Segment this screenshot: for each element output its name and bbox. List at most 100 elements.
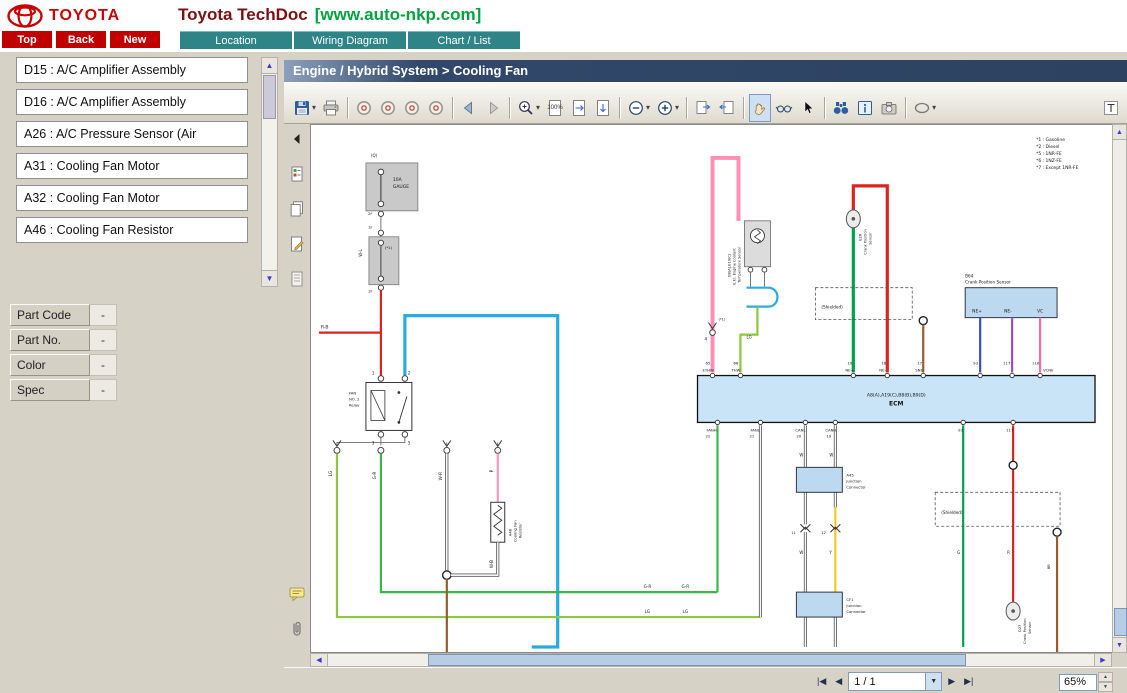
scroll-up-button[interactable]: ▲ (1113, 125, 1126, 140)
loupe-button[interactable] (773, 94, 795, 122)
component-item[interactable]: D16 : A/C Amplifier Assembly (16, 89, 248, 115)
brand-text: TOYOTA (49, 7, 121, 24)
diagram-label: FANH (707, 427, 717, 432)
attachments-button[interactable] (286, 618, 308, 640)
chevron-down-icon[interactable]: ▾ (932, 103, 936, 112)
next-page-button[interactable]: ▶ (945, 676, 958, 687)
component-item[interactable]: A32 : Cooling Fan Motor (16, 185, 248, 211)
toolbar-separator (509, 96, 511, 119)
component-list: D15 : A/C Amplifier Assembly D16 : A/C Am… (16, 57, 248, 249)
chevron-down-icon[interactable]: ▾ (675, 103, 679, 112)
page-select[interactable]: 1 / 1 ▼ (848, 672, 943, 691)
diagram-label: FANL (750, 427, 760, 432)
diagram-label: W (829, 452, 833, 457)
sidebar-scroll-thumb[interactable] (263, 75, 276, 119)
scroll-left-button[interactable]: ◀ (311, 654, 328, 666)
scroll-down-button[interactable]: ▼ (262, 270, 277, 286)
diagram-label: *1 : Gasoline (1036, 137, 1065, 143)
spin-down-icon[interactable]: ▼ (1098, 682, 1113, 692)
diagram-label: W-L (358, 249, 363, 257)
horizontal-scrollbar[interactable]: ◀ ▶ (310, 653, 1112, 667)
fit-width-icon (594, 99, 612, 117)
zoom-out-button[interactable]: ▾ (625, 94, 652, 122)
nav-new-button[interactable]: New (110, 31, 160, 48)
scroll-right-button[interactable]: ▶ (1094, 654, 1111, 666)
scroll-down-button[interactable]: ▼ (1113, 637, 1126, 652)
component-item[interactable]: A31 : Cooling Fan Motor (16, 153, 248, 179)
forward-button[interactable] (482, 94, 504, 122)
part-info-label: Color (10, 354, 90, 376)
circle-tool-icon (379, 99, 397, 117)
vscroll-thumb[interactable] (1114, 608, 1127, 636)
comments-button[interactable] (286, 583, 308, 605)
tab-wiring-diagram-button[interactable]: Wiring Diagram (294, 31, 406, 49)
round-tool-2-button[interactable] (377, 94, 399, 122)
diagram-label: 22 (706, 433, 711, 438)
diagram-label: E.F.I. Engine Coolant (732, 248, 736, 285)
scroll-up-button[interactable]: ▲ (262, 58, 277, 74)
hand-tool-button[interactable] (749, 93, 772, 122)
page-import-button[interactable] (716, 94, 738, 122)
component-item[interactable]: D15 : A/C Amplifier Assembly (16, 57, 248, 83)
chevron-down-icon[interactable]: ▾ (536, 103, 540, 112)
plus-circle-icon (656, 99, 674, 117)
nav-back-button[interactable]: Back (56, 31, 106, 48)
back-button[interactable] (458, 94, 480, 122)
pages-button[interactable] (286, 198, 308, 220)
diagram-label: NE+ (845, 368, 853, 373)
sidebar-scrollbar[interactable]: ▲ ▼ (261, 57, 278, 287)
component-item[interactable]: A26 : A/C Pressure Sensor (Air (16, 121, 248, 147)
diagram-label: 12 (821, 531, 826, 535)
fit-width-button[interactable] (592, 94, 614, 122)
hscroll-thumb[interactable] (427, 654, 966, 666)
vertical-scrollbar[interactable]: ▲ ▼ (1112, 124, 1127, 653)
tab-chart-list-button[interactable]: Chart / List (408, 31, 520, 49)
select-tool-button[interactable] (797, 94, 819, 122)
zoom-tool-button[interactable]: ▾ (515, 94, 542, 122)
round-tool-3-button[interactable] (401, 94, 423, 122)
save-button[interactable]: ▾ (291, 94, 318, 122)
diagram-label: 2 (408, 371, 411, 376)
page-export-button[interactable] (692, 94, 714, 122)
ellipse-tool-button[interactable]: ▾ (911, 94, 938, 122)
print-button[interactable] (320, 94, 342, 122)
collapse-panel-button[interactable] (286, 128, 308, 150)
prev-page-button[interactable]: ◀ (832, 676, 845, 687)
chevron-down-icon[interactable]: ▾ (646, 103, 650, 112)
diagram-label: G-R (682, 584, 690, 589)
comment-icon (289, 587, 305, 602)
diagram-label: 2F (368, 211, 373, 216)
info-button[interactable] (854, 94, 876, 122)
annotate-button[interactable] (286, 233, 308, 255)
hscroll-track[interactable] (328, 654, 1094, 666)
nav-top-button[interactable]: Top (2, 31, 52, 48)
chevron-down-icon[interactable]: ▼ (925, 673, 942, 690)
diagram-label: 17 (917, 361, 922, 366)
chevron-down-icon[interactable]: ▾ (312, 103, 316, 112)
layers-button[interactable] (286, 268, 308, 290)
nav-red: Top Back New (2, 31, 160, 48)
first-page-button[interactable]: |◀ (814, 676, 829, 687)
diagram-label: G-R (644, 584, 652, 589)
diagram-label: 117 (1003, 361, 1011, 366)
zoom-100-button[interactable]: 100% (544, 94, 566, 122)
zoom-in-button[interactable]: ▾ (654, 94, 681, 122)
spin-up-icon[interactable]: ▲ (1098, 672, 1113, 682)
text-tool-button[interactable] (1100, 94, 1122, 122)
fit-page-button[interactable] (568, 94, 590, 122)
round-tool-1-button[interactable] (353, 94, 375, 122)
zoom-spinner[interactable]: ▲ ▼ (1098, 672, 1113, 692)
snapshot-button[interactable] (878, 94, 900, 122)
search-button[interactable] (830, 94, 852, 122)
component-item[interactable]: A46 : Cooling Fan Resistor (16, 217, 248, 243)
tab-location-button[interactable]: Location (180, 31, 292, 49)
diagram-label: 21 (749, 433, 754, 438)
page-arrow-in-icon (718, 99, 736, 117)
last-page-button[interactable]: ▶| (961, 676, 976, 687)
round-tool-4-button[interactable] (425, 94, 447, 122)
part-info-value: - (90, 354, 117, 376)
bookmarks-button[interactable] (286, 163, 308, 185)
diagram-canvas[interactable]: *1 : Gasoline *2 : Diesel *5 : 1NR-FE *6 : … (310, 124, 1112, 653)
diagram-label: B64 (965, 274, 974, 279)
diagram-label: 65 (706, 361, 711, 366)
